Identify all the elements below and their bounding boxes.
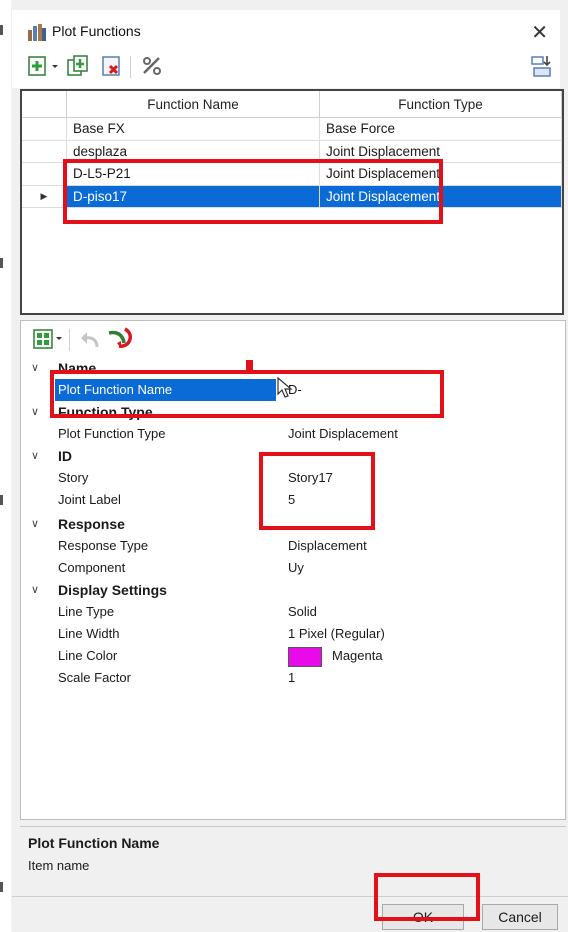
- undo-icon[interactable]: [79, 329, 101, 351]
- chevron-down-icon[interactable]: ∨: [31, 401, 39, 423]
- dropdown-arrow-icon[interactable]: [55, 335, 63, 343]
- row-selector[interactable]: [22, 140, 67, 163]
- function-name-cell[interactable]: Base FX: [66, 117, 320, 141]
- description-text: Item name: [28, 858, 90, 873]
- row-selector[interactable]: [22, 162, 67, 186]
- category-id[interactable]: ∨ ID: [21, 445, 565, 467]
- chevron-down-icon[interactable]: ∨: [31, 445, 39, 467]
- chevron-down-icon[interactable]: ∨: [31, 357, 39, 379]
- property-scale-factor[interactable]: Scale Factor 1: [21, 667, 565, 689]
- title-bar: Plot Functions ✕: [12, 10, 560, 50]
- category-name[interactable]: ∨ Name: [21, 357, 565, 379]
- modify-icon[interactable]: [140, 54, 164, 78]
- app-icon: [28, 24, 46, 41]
- delete-function-icon[interactable]: [100, 54, 124, 78]
- line-color-field[interactable]: Magenta: [288, 645, 383, 667]
- dialog-footer: OK Cancel: [12, 896, 568, 932]
- property-line-color[interactable]: Line Color Magenta: [21, 645, 565, 667]
- property-line-type[interactable]: Line Type Solid: [21, 601, 565, 623]
- function-type-cell[interactable]: Joint Displacement: [319, 140, 562, 163]
- property-story[interactable]: Story Story17: [21, 467, 565, 489]
- left-edge: [0, 0, 11, 931]
- chevron-down-icon[interactable]: ∨: [31, 579, 39, 601]
- close-icon[interactable]: ✕: [531, 20, 548, 45]
- row-selector[interactable]: [22, 117, 67, 141]
- column-header-function-type[interactable]: Function Type: [319, 91, 562, 118]
- row-selector-header: [22, 91, 67, 118]
- function-name-cell[interactable]: desplaza: [66, 140, 320, 163]
- current-row-arrow-icon[interactable]: ▶: [22, 185, 67, 208]
- dropdown-arrow-icon[interactable]: [50, 54, 60, 78]
- property-line-width[interactable]: Line Width 1 Pixel (Regular): [21, 623, 565, 645]
- description-panel: Plot Function Name Item name: [20, 826, 566, 897]
- property-grid: ∨ Name Plot Function Name D- ∨ Function …: [20, 320, 566, 820]
- function-type-cell[interactable]: Joint Displacement: [319, 185, 562, 208]
- property-toolbar: [21, 321, 565, 357]
- property-joint-label[interactable]: Joint Label 5: [21, 489, 565, 511]
- plot-functions-dialog: Plot Functions ✕ Function Name Function …: [0, 0, 568, 932]
- mouse-cursor-icon: [277, 377, 293, 398]
- property-response-type[interactable]: Response Type Displacement: [21, 535, 565, 557]
- toolbar: [12, 50, 560, 88]
- table-row-selected[interactable]: ▶ D-piso17 Joint Displacement: [22, 185, 562, 208]
- import-export-icon[interactable]: [530, 54, 554, 78]
- table-row[interactable]: D-L5-P21 Joint Displacement: [22, 162, 562, 186]
- expand-collapse-icon[interactable]: [33, 329, 53, 349]
- redo-icon[interactable]: [103, 327, 133, 351]
- copy-function-icon[interactable]: [66, 54, 90, 78]
- property-plot-function-type[interactable]: Plot Function Type Joint Displacement: [21, 423, 565, 445]
- function-name-cell[interactable]: D-L5-P21: [66, 162, 320, 186]
- cancel-button[interactable]: Cancel: [482, 904, 558, 930]
- function-name-cell[interactable]: D-piso17: [66, 185, 320, 208]
- category-display-settings[interactable]: ∨ Display Settings: [21, 579, 565, 601]
- color-swatch[interactable]: [288, 646, 322, 667]
- table-row[interactable]: Base FX Base Force: [22, 117, 562, 141]
- window-title: Plot Functions: [52, 23, 141, 39]
- category-function-type[interactable]: ∨ Function Type: [21, 401, 565, 423]
- column-header-function-name[interactable]: Function Name: [66, 91, 320, 118]
- function-type-cell[interactable]: Joint Displacement: [319, 162, 562, 186]
- function-table: Function Name Function Type Base FX Base…: [20, 89, 564, 315]
- add-function-icon[interactable]: [26, 54, 50, 78]
- property-plot-function-name[interactable]: Plot Function Name D-: [21, 379, 565, 401]
- function-type-cell[interactable]: Base Force: [319, 117, 562, 141]
- description-title: Plot Function Name: [28, 835, 160, 851]
- category-response[interactable]: ∨ Response: [21, 513, 565, 535]
- ok-button[interactable]: OK: [382, 904, 464, 930]
- property-component[interactable]: Component Uy: [21, 557, 565, 579]
- chevron-down-icon[interactable]: ∨: [31, 513, 39, 535]
- table-row[interactable]: desplaza Joint Displacement: [22, 140, 562, 163]
